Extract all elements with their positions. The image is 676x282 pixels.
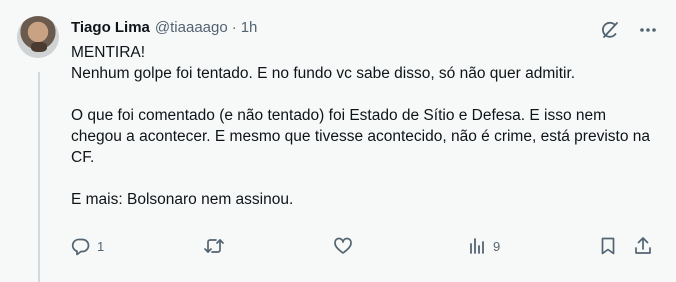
avatar[interactable] [17,16,59,58]
views-count: 9 [493,238,501,254]
views-icon [470,238,484,254]
separator-dot: · [231,19,237,36]
reply-icon [71,238,90,256]
bookmark-button[interactable] [598,236,618,256]
tweet-text: MENTIRA! Nenhum golpe foi tentado. E no … [71,42,651,210]
more-icon[interactable] [638,20,658,40]
grok-icon[interactable] [600,20,620,40]
views-button[interactable]: 9 [467,236,500,256]
like-icon [334,237,352,254]
like-button[interactable] [333,236,359,256]
repost-icon [204,239,224,253]
display-name[interactable]: Tiago Lima [71,18,150,38]
tweet-paragraph: E mais: Bolsonaro nem assinou. [71,191,294,208]
action-bar: 1 9 [71,236,661,258]
thread-line [38,72,40,282]
timestamp[interactable]: 1h [241,18,258,38]
reply-button[interactable]: 1 [71,236,104,256]
tweet-paragraph: MENTIRA! Nenhum golpe foi tentado. E no … [71,44,576,82]
tweet-header: Tiago Lima @tiaaaago · 1h [71,18,257,38]
share-icon [635,237,651,254]
bookmark-icon [601,237,615,255]
share-button[interactable] [633,236,653,256]
reply-count: 1 [97,238,105,254]
tweet[interactable]: Tiago Lima @tiaaaago · 1h MENTIRA! Nenhu… [0,0,676,282]
tweet-paragraph: O que foi comentado (e não tentado) foi … [71,107,650,166]
user-handle[interactable]: @tiaaaago [155,18,228,38]
top-right-icons [600,20,658,40]
repost-button[interactable] [203,236,231,256]
